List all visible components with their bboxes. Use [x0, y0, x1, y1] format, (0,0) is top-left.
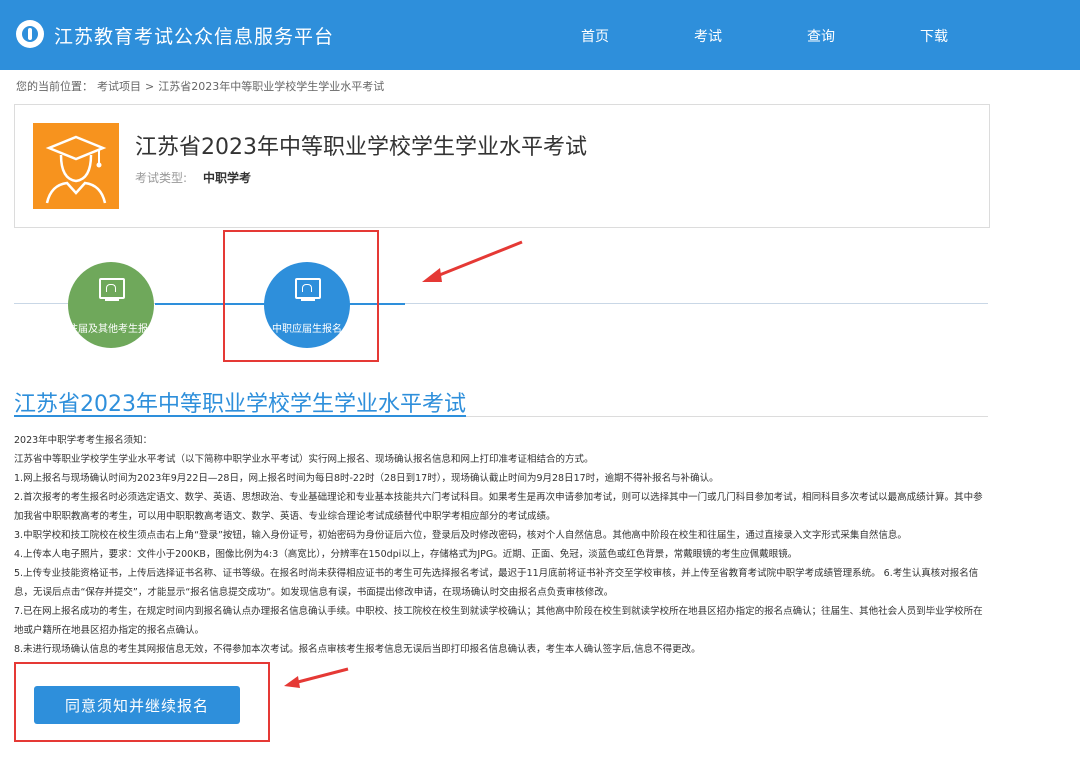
- notice-line: 3.中职学校和技工院校在校生须点击右上角“登录”按钮，输入身份证号，初始密码为身…: [14, 530, 907, 541]
- monitor-user-icon: [99, 278, 125, 299]
- site-logo-icon[interactable]: [16, 20, 44, 48]
- breadcrumb: 您的当前位置： 考试项目 > 江苏省2023年中等职业学校学生学业水平考试: [16, 78, 388, 94]
- section-title-underline: [14, 415, 466, 417]
- breadcrumb-separator: >: [145, 80, 155, 93]
- breadcrumb-prefix: 您的当前位置：: [16, 80, 93, 93]
- pointer-arrow-icon: [284, 667, 349, 688]
- highlight-box-option: [223, 230, 379, 362]
- exam-type-value: 中职学考: [203, 171, 252, 185]
- breadcrumb-link-exams[interactable]: 考试项目: [97, 80, 141, 93]
- notice-line: 江苏省中等职业学校学生学业水平考试（以下简称中职学业水平考试）实行网上报名、现场…: [14, 454, 594, 465]
- nav-query[interactable]: 查询: [807, 26, 835, 46]
- notice-line: 5.上传专业技能资格证书，上传后选择证书名称、证书等级。在报名时尚未获得相应证书…: [14, 568, 979, 598]
- exam-info-card: 江苏省2023年中等职业学校学生学业水平考试 考试类型: 中职学考: [14, 104, 990, 228]
- option-previous-graduates-label: 往届及其他考生报名: [68, 324, 154, 335]
- top-header: 江苏教育考试公众信息服务平台 首页 考试 查询 下载: [0, 0, 1080, 70]
- notice-line: 8.未进行现场确认信息的考生其网报信息无效，不得参加本次考试。报名点审核考生报考…: [14, 644, 701, 655]
- exam-type-label: 考试类型:: [135, 171, 188, 185]
- breadcrumb-current: 江苏省2023年中等职业学校学生学业水平考试: [158, 80, 385, 93]
- nav-home[interactable]: 首页: [581, 26, 609, 46]
- exam-title: 江苏省2023年中等职业学校学生学业水平考试: [135, 135, 587, 160]
- nav-download[interactable]: 下载: [920, 26, 948, 46]
- graduate-avatar-icon: [33, 123, 119, 209]
- notice-heading: 2023年中职学考考生报名须知：: [14, 435, 153, 446]
- option-previous-graduates[interactable]: 往届及其他考生报名: [68, 262, 154, 348]
- notice-line: 1.网上报名与现场确认时间为2023年9月22日—28日，网上报名时间为每日8时…: [14, 473, 719, 484]
- site-title[interactable]: 江苏教育考试公众信息服务平台: [54, 22, 334, 49]
- agree-continue-button[interactable]: 同意须知并继续报名: [34, 686, 240, 724]
- nav-exam[interactable]: 考试: [694, 26, 722, 46]
- notice-line: 4.上传本人电子照片，要求：文件小于200KB，图像比例为4:3（高宽比），分辨…: [14, 549, 798, 560]
- notice-line: 7.已在网上报名成功的考生，在规定时间内到报名确认点办理报名信息确认手续。中职校…: [14, 606, 983, 636]
- section-title: 江苏省2023年中等职业学校学生学业水平考试: [14, 392, 466, 417]
- pointer-arrow-icon: [422, 240, 523, 282]
- notice-line: 2.首次报考的考生报名时必须选定语文、数学、英语、思想政治、专业基础理论和专业基…: [14, 492, 983, 522]
- registration-notice: 2023年中职学考考生报名须知： 江苏省中等职业学校学生学业水平考试（以下简称中…: [14, 431, 989, 659]
